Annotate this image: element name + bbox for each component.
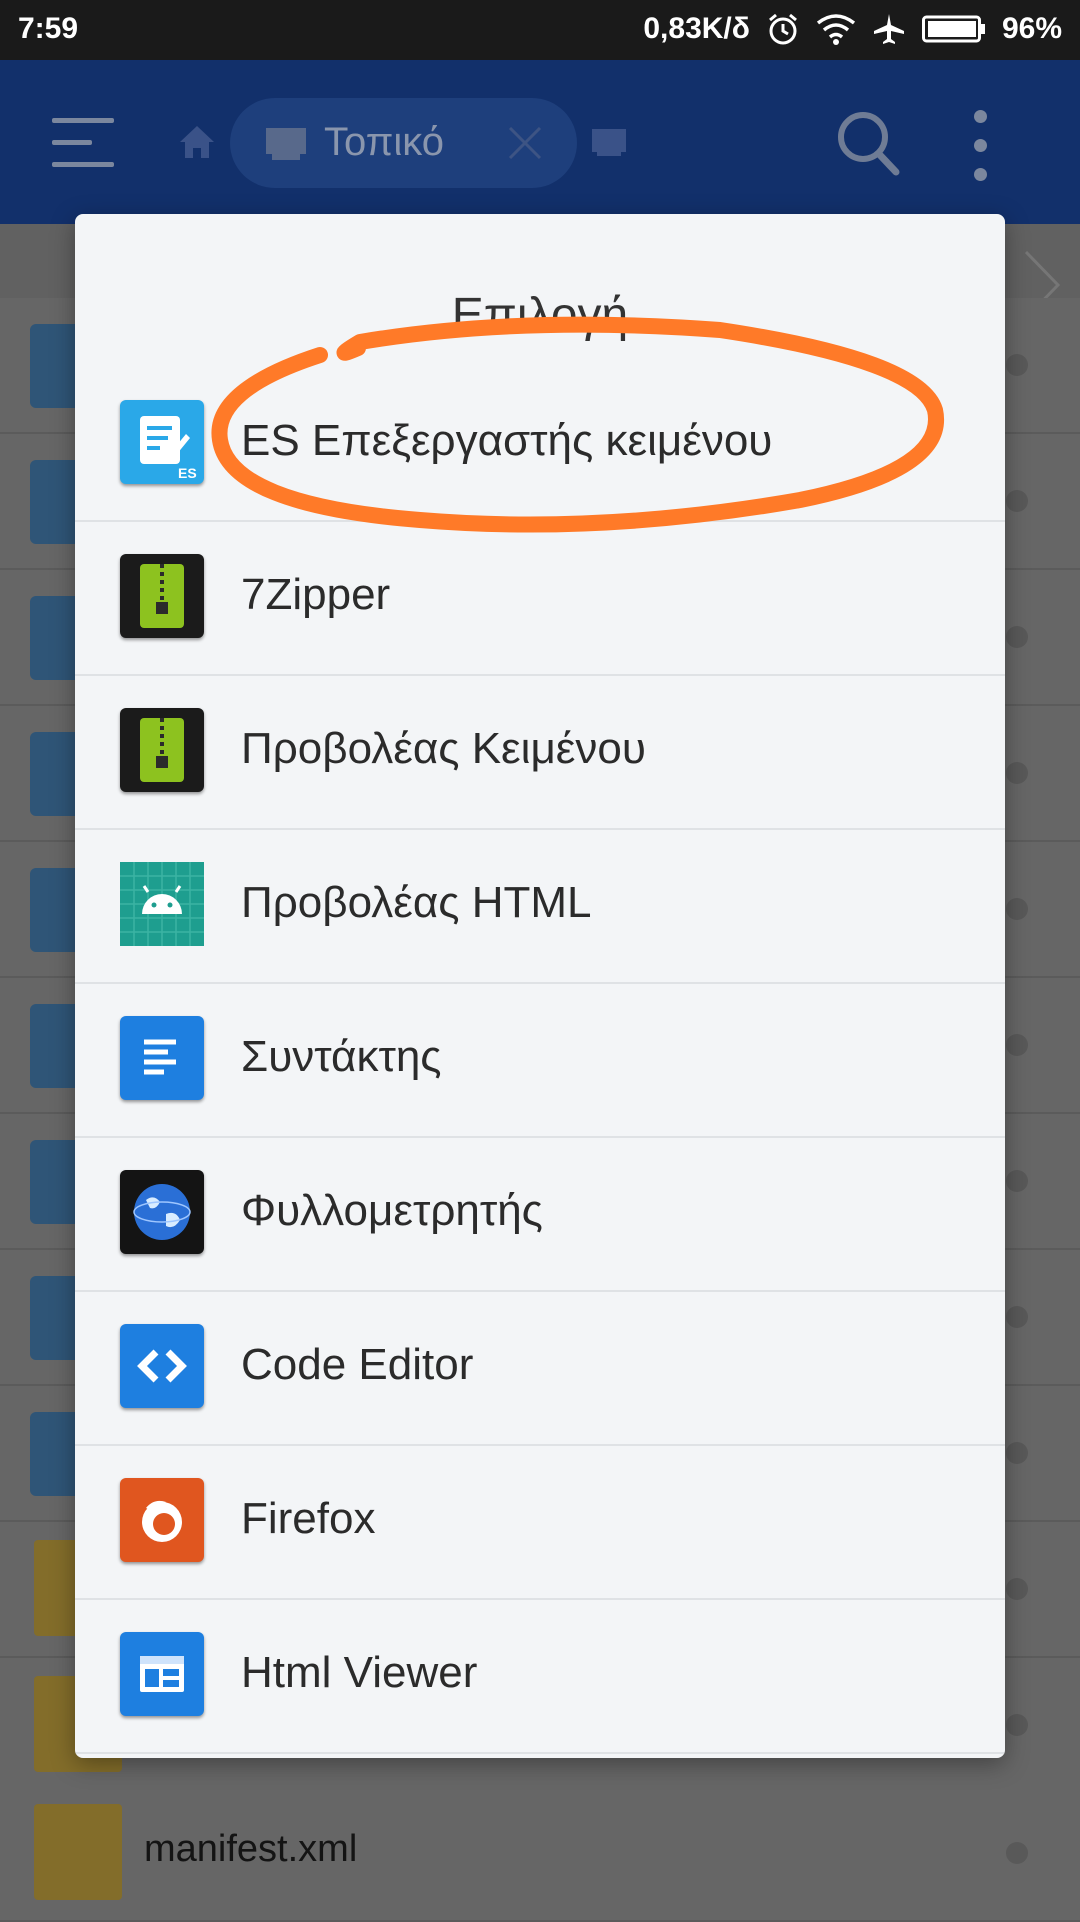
dialog-item-label: Προβολέας HTML <box>241 878 592 927</box>
status-bar: 7:59 0,83K/δ 96% <box>0 0 1080 60</box>
firefox-icon <box>120 1478 208 1566</box>
open-with-dialog: Επιλογή ES ES Επεξεργαστής κειμένου 7Zip… <box>75 214 1005 1758</box>
globe-icon <box>120 1170 208 1258</box>
dialog-item-html-viewer[interactable]: Html Viewer <box>75 1600 1005 1754</box>
text-file-icon <box>34 1804 122 1900</box>
zipper-icon <box>120 554 208 642</box>
dialog-item-es-text-editor[interactable]: ES ES Επεξεργαστής κειμένου <box>75 368 1005 522</box>
dialog-item-label: Code Editor <box>241 1340 474 1389</box>
status-time: 7:59 <box>18 12 79 45</box>
code-editor-icon <box>120 1324 208 1412</box>
home-icon[interactable] <box>178 124 216 160</box>
dialog-item-editor[interactable]: Συντάκτης <box>75 984 1005 1138</box>
battery-percent: 96% <box>1001 12 1062 45</box>
dialog-item-firefox[interactable]: Firefox <box>75 1446 1005 1600</box>
battery-icon <box>921 15 985 43</box>
svg-text:ES: ES <box>178 465 197 481</box>
sd-card-icon <box>266 128 306 160</box>
dialog-item-text-viewer[interactable]: Προβολέας Κειμένου <box>75 676 1005 830</box>
menu-icon[interactable] <box>52 118 114 167</box>
sd-card-icon[interactable] <box>590 126 628 158</box>
dialog-item-label: 7Zipper <box>241 570 391 619</box>
dialog-item-label: ES Επεξεργαστής κειμένου <box>241 416 773 465</box>
app-toolbar: Τοπικό <box>0 60 1080 224</box>
alarm-icon <box>768 13 797 45</box>
dialog-item-label: Προβολέας Κειμένου <box>241 724 646 773</box>
es-text-editor-icon: ES <box>120 400 208 488</box>
dialog-item-label: Συντάκτης <box>241 1032 442 1081</box>
location-chip[interactable]: Τοπικό <box>230 98 577 188</box>
airplane-icon <box>873 14 904 44</box>
wifi-icon <box>816 14 856 45</box>
zipper-icon <box>120 708 208 796</box>
more-icon[interactable] <box>970 110 990 197</box>
location-label: Τοπικό <box>324 120 444 164</box>
close-icon[interactable] <box>506 124 544 162</box>
dialog-item-code-editor[interactable]: Code Editor <box>75 1292 1005 1446</box>
dialog-item-7zipper[interactable]: 7Zipper <box>75 522 1005 676</box>
dialog-item-html-viewer-android[interactable]: Προβολέας HTML <box>75 830 1005 984</box>
dialog-item-label: Φυλλομετρητής <box>241 1186 543 1235</box>
network-speed: 0,83K/δ <box>643 12 750 45</box>
search-icon[interactable] <box>836 110 900 176</box>
dialog-item-label: Firefox <box>241 1494 376 1543</box>
dialog-item-browser[interactable]: Φυλλομετρητής <box>75 1138 1005 1292</box>
android-icon <box>120 862 208 950</box>
dialog-title: Επιλογή <box>451 289 629 342</box>
list-item[interactable]: manifest.xml <box>0 1786 1080 1922</box>
file-name: manifest.xml <box>144 1828 358 1870</box>
html-viewer-icon <box>120 1632 208 1720</box>
document-editor-icon <box>120 1016 208 1104</box>
dialog-item-label: Html Viewer <box>241 1648 478 1697</box>
